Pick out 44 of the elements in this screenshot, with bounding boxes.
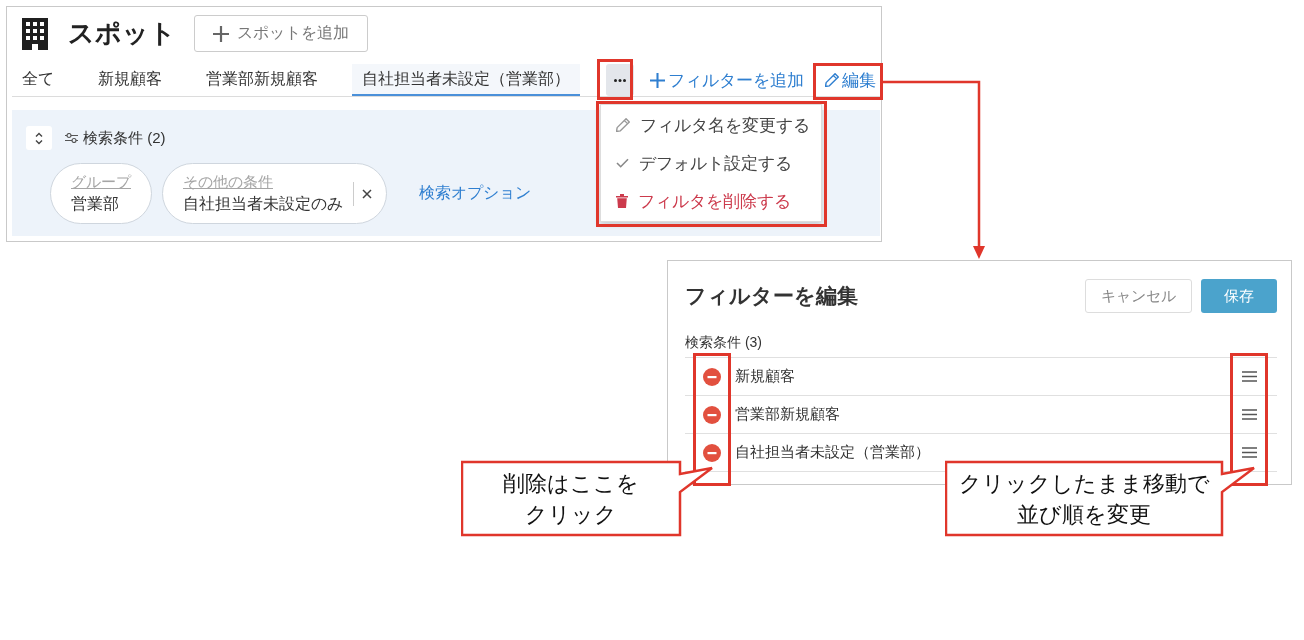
search-options-link[interactable]: 検索オプション (419, 183, 531, 204)
chip-label: グループ (71, 172, 131, 192)
filter-tab[interactable]: 全て (12, 64, 64, 96)
menu-item[interactable]: フィルタを削除する (601, 182, 821, 220)
trash-icon (616, 194, 628, 208)
plus-icon (650, 72, 665, 88)
conditions-heading: 検索条件 (3) (685, 333, 762, 351)
menu-item[interactable]: フィルタ名を変更する (601, 106, 821, 144)
filter-tab[interactable]: 自社担当者未設定（営業部） (352, 64, 580, 96)
page-title: スポット (68, 17, 176, 50)
cancel-button[interactable]: キャンセル (1085, 279, 1192, 313)
filter-tab[interactable]: 営業部新規顧客 (196, 64, 328, 96)
ellipsis-icon (614, 78, 626, 82)
chip-value: 自社担当者未設定のみ (183, 193, 343, 214)
add-spot-button[interactable]: スポットを追加 (194, 15, 368, 52)
hamburger-icon[interactable] (1242, 371, 1257, 382)
minus-circle-icon[interactable] (703, 367, 721, 386)
menu-item[interactable]: デフォルト設定する (601, 144, 821, 182)
minus-circle-icon[interactable] (703, 443, 721, 462)
condition-label: 新規顧客 (735, 367, 795, 386)
conditions-heading: 検索条件 (2) (83, 128, 166, 148)
filter-chip[interactable]: グループ 営業部 (50, 163, 152, 224)
plus-icon (213, 25, 229, 42)
condition-label: 営業部新規顧客 (735, 405, 840, 424)
minus-circle-icon[interactable] (703, 405, 721, 424)
chip-value: 営業部 (71, 193, 119, 214)
collapse-toggle-button[interactable] (26, 126, 52, 150)
condition-label: 自社担当者未設定（営業部） (735, 443, 930, 462)
building-icon (22, 17, 48, 50)
panel-title: フィルターを編集 (685, 283, 858, 309)
add-filter-link[interactable]: フィルターを追加 (650, 68, 804, 92)
edit-link[interactable]: 編集 (825, 68, 876, 92)
sliders-icon (65, 133, 78, 143)
filter-tab[interactable]: 新規顧客 (88, 64, 172, 96)
hamburger-icon[interactable] (1242, 409, 1257, 420)
pencil-icon (825, 73, 839, 87)
up-down-chevron-icon (35, 131, 43, 145)
filter-chip[interactable]: その他の条件 自社担当者未設定のみ (162, 163, 387, 224)
pencil-icon (616, 118, 630, 132)
check-icon (616, 158, 629, 168)
close-icon[interactable] (360, 186, 374, 201)
chip-label: その他の条件 (183, 172, 273, 192)
callout: クリックしたまま移動で並び順を変更 (945, 460, 1257, 537)
hamburger-icon[interactable] (1242, 447, 1257, 458)
